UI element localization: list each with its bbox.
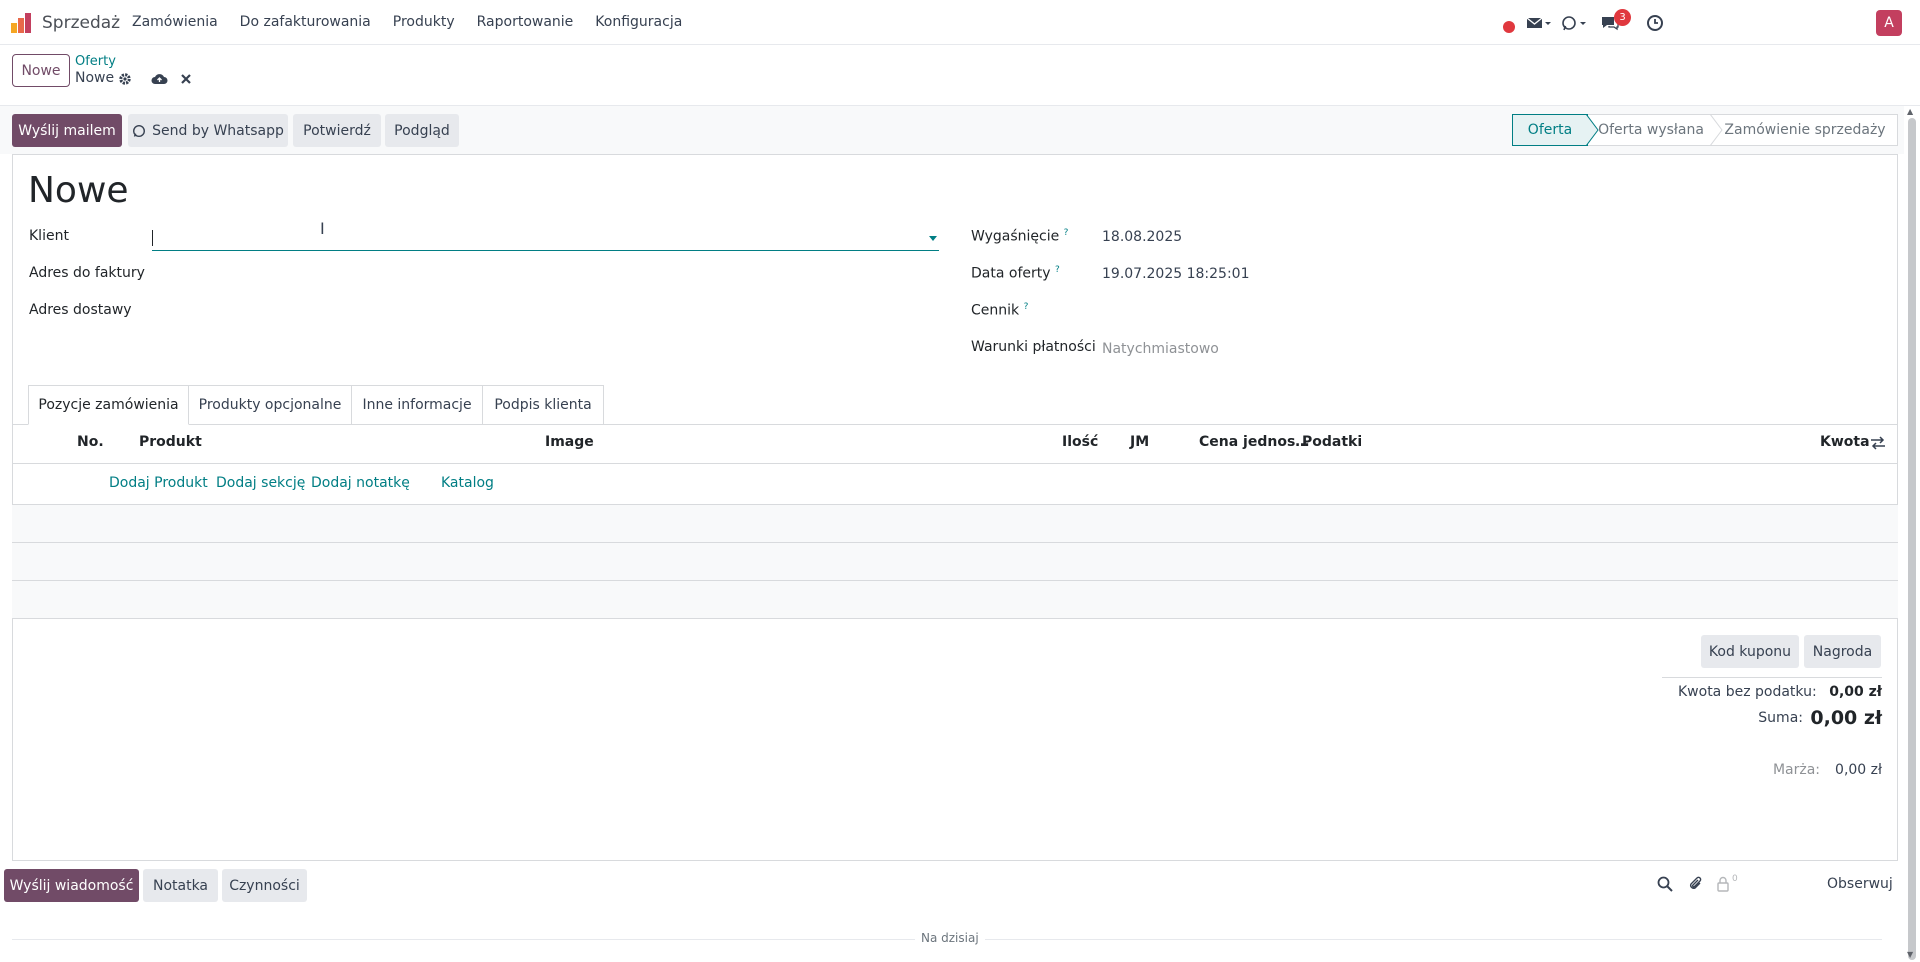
clock-icon[interactable]	[1645, 12, 1665, 34]
table-row	[12, 504, 1898, 542]
user-avatar[interactable]: A	[1876, 10, 1902, 36]
column-header-unit-price[interactable]: Cena jednos…	[1199, 434, 1309, 450]
table-bottom-line	[12, 618, 1898, 619]
table-row	[12, 542, 1898, 580]
save-cloud-icon[interactable]	[151, 72, 168, 90]
tab-order-lines[interactable]: Pozycje zamówienia	[28, 385, 189, 425]
send-message-button[interactable]: Wyślij wiadomość	[4, 869, 139, 902]
client-input[interactable]	[152, 226, 939, 251]
gear-icon[interactable]	[118, 72, 132, 90]
stage-quotation-sent[interactable]: Oferta wysłana	[1586, 114, 1716, 146]
send-by-whatsapp-button[interactable]: Send by Whatsapp	[128, 114, 288, 147]
menu-item-products[interactable]: Produkty	[393, 14, 455, 30]
catalog-link[interactable]: Katalog	[441, 475, 494, 491]
pricelist-label: Cennik ?	[971, 302, 1029, 319]
client-dropdown-icon[interactable]	[929, 236, 937, 241]
table-header-line	[12, 463, 1898, 464]
mouse-ibeam-cursor-icon: I	[320, 219, 325, 238]
client-label: Klient	[29, 228, 69, 244]
followers-count: 0	[1732, 874, 1738, 884]
control-panel: Nowe Oferty Nowe	[0, 46, 1920, 106]
whatsapp-icon[interactable]	[1561, 12, 1587, 34]
mail-icon[interactable]	[1526, 12, 1552, 34]
help-icon[interactable]: ?	[1064, 228, 1069, 238]
menu-item-reporting[interactable]: Raportowanie	[477, 14, 574, 30]
breadcrumb-parent[interactable]: Oferty	[75, 54, 116, 69]
delivery-address-label: Adres dostawy	[29, 302, 132, 318]
discard-close-icon[interactable]	[180, 72, 192, 90]
column-header-product[interactable]: Produkt	[139, 434, 202, 450]
search-icon[interactable]	[1657, 876, 1673, 896]
column-header-taxes[interactable]: Podatki	[1302, 434, 1362, 450]
column-header-no[interactable]: No.	[77, 434, 104, 450]
add-note-link[interactable]: Dodaj notatkę	[311, 475, 410, 491]
send-by-email-button[interactable]: Wyślij mailem	[12, 114, 122, 147]
column-header-amount[interactable]: Kwota	[1820, 434, 1870, 450]
untaxed-amount-label: Kwota bez podatku:	[1678, 684, 1817, 700]
scrollbar[interactable]	[1908, 118, 1916, 960]
menu-item-orders[interactable]: Zamówienia	[132, 14, 218, 30]
optional-columns-toggle-icon[interactable]	[1870, 436, 1886, 454]
payment-terms-value[interactable]: Natychmiastowo	[1102, 341, 1219, 357]
whatsapp-button-label: Send by Whatsapp	[152, 122, 284, 139]
expiration-label: Wygaśnięcie ?	[971, 228, 1069, 245]
sales-app-icon[interactable]	[10, 11, 34, 35]
payment-terms-label: Warunki płatności	[971, 339, 1096, 355]
column-header-uom[interactable]: JM	[1130, 434, 1149, 450]
breadcrumb-current: Nowe	[75, 70, 115, 86]
add-section-link[interactable]: Dodaj sekcję	[216, 475, 305, 491]
menu-item-to-invoice[interactable]: Do zafakturowania	[240, 14, 371, 30]
date-separator-today: Na dzisiaj	[915, 931, 985, 945]
attachment-paperclip-icon[interactable]	[1688, 876, 1704, 896]
stage-quotation[interactable]: Oferta	[1512, 114, 1588, 146]
menu-item-configuration[interactable]: Konfiguracja	[595, 14, 682, 30]
column-header-image[interactable]: Image	[545, 434, 594, 450]
scroll-up-arrow-icon[interactable]: ▲	[1907, 107, 1913, 116]
stage-sale-order[interactable]: Zamówienie sprzedaży	[1713, 114, 1898, 146]
quote-date-value[interactable]: 19.07.2025 18:25:01	[1102, 266, 1250, 282]
whatsapp-icon	[133, 124, 146, 137]
margin-label: Marża:	[1772, 762, 1820, 778]
expiration-value[interactable]: 18.08.2025	[1102, 229, 1182, 245]
activities-button[interactable]: Czynności	[222, 869, 307, 902]
messages-badge: 3	[1614, 9, 1631, 26]
followers-lock-icon[interactable]	[1716, 876, 1730, 896]
totals-divider	[1662, 677, 1882, 678]
follow-button[interactable]: Obserwuj	[1827, 876, 1893, 892]
tab-other-info[interactable]: Inne informacje	[351, 385, 483, 424]
confirm-button[interactable]: Potwierdź	[293, 114, 381, 147]
stage-arrow-icon	[1710, 114, 1723, 146]
table-row	[12, 580, 1898, 618]
app-name[interactable]: Sprzedaż	[42, 13, 120, 33]
quote-date-label: Data oferty ?	[971, 265, 1060, 282]
tab-optional-products[interactable]: Produkty opcjonalne	[188, 385, 352, 424]
scroll-down-arrow-icon[interactable]: ▼	[1907, 950, 1913, 959]
stage-arrow-icon	[1586, 114, 1599, 146]
help-icon[interactable]: ?	[1055, 265, 1060, 275]
column-header-quantity[interactable]: Ilość	[1062, 434, 1098, 450]
reward-button[interactable]: Nagroda	[1804, 635, 1881, 668]
text-caret	[152, 230, 153, 246]
coupon-code-button[interactable]: Kod kuponu	[1701, 635, 1799, 668]
tabs-underline	[12, 424, 1898, 425]
new-button[interactable]: Nowe	[12, 54, 70, 87]
help-icon[interactable]: ?	[1024, 302, 1029, 312]
record-title: Nowe	[28, 170, 129, 211]
untaxed-amount-value: 0,00 zł	[1829, 684, 1882, 700]
main-menu: Zamówienia Do zafakturowania Produkty Ra…	[132, 14, 704, 30]
add-product-link[interactable]: Dodaj Produkt	[109, 475, 208, 491]
recording-indicator-icon[interactable]	[1503, 16, 1515, 38]
top-navbar: Sprzedaż Zamówienia Do zafakturowania Pr…	[0, 0, 1920, 45]
preview-button[interactable]: Podgląd	[385, 114, 459, 147]
tab-customer-signature[interactable]: Podpis klienta	[482, 385, 604, 424]
log-note-button[interactable]: Notatka	[143, 869, 218, 902]
total-label: Suma:	[1758, 710, 1803, 726]
invoice-address-label: Adres do faktury	[29, 265, 145, 281]
margin-value: 0,00 zł	[1835, 762, 1882, 778]
total-value: 0,00 zł	[1810, 707, 1882, 729]
